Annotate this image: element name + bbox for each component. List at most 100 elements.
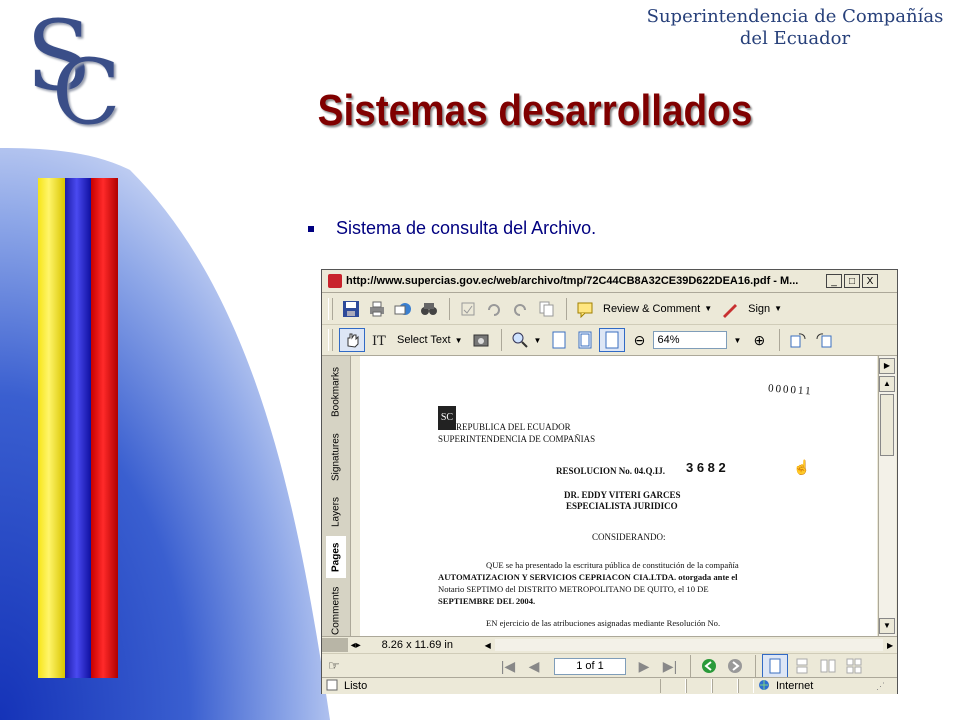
page-navigation-bar: ☞ |◀ ◀ 1 of 1 ▶ ▶| <box>322 653 897 678</box>
doc-header-line2: SUPERINTENDENCIA DE COMPAÑIAS <box>438 434 596 444</box>
select-text-label[interactable]: Select Text <box>397 334 451 346</box>
tools-toolbar: IT Select Text ▼ ▼ ⊖ 64% ▼ ⊕ <box>322 325 897 356</box>
blue-stripe <box>64 178 92 678</box>
toolbar-grip[interactable] <box>328 297 333 320</box>
browser-status-bar: Listo Internet ⋰ <box>322 677 897 694</box>
facing-layout-icon[interactable] <box>816 655 840 677</box>
toolbar-separator <box>755 655 756 677</box>
zoom-in-icon[interactable]: ⊕ <box>747 329 771 351</box>
tab-layers[interactable]: Layers <box>326 492 346 532</box>
sign-dropdown-chevron-icon[interactable]: ▼ <box>774 304 782 313</box>
pdf-page-view[interactable]: 000011 SC REPUBLICA DEL ECUADOR SUPERINT… <box>360 356 877 636</box>
save-icon[interactable] <box>339 298 363 320</box>
considerando-heading: CONSIDERANDO: <box>592 532 666 542</box>
tab-signatures[interactable]: Signatures <box>326 426 346 488</box>
scroll-right-icon[interactable]: ▶ <box>883 641 897 650</box>
actual-size-page-icon[interactable] <box>547 329 571 351</box>
yellow-stripe <box>38 178 65 678</box>
single-page-layout-icon[interactable] <box>762 654 788 678</box>
last-page-icon[interactable]: ▶| <box>658 655 682 677</box>
security-zone-label: Internet <box>776 680 814 692</box>
navigation-side-tabs: Bookmarks Signatures Layers Pages Commen… <box>322 356 351 646</box>
tab-comments[interactable]: Comments <box>326 582 346 640</box>
previous-page-icon[interactable]: ◀ <box>522 655 546 677</box>
tab-bookmarks[interactable]: Bookmarks <box>326 362 346 422</box>
toolbar-separator <box>779 329 781 351</box>
doc-header-line1: REPUBLICA DEL ECUADOR <box>456 422 571 432</box>
paragraph1-line3: Notario SEPTIMO del DISTRITO METROPOLITA… <box>438 584 709 594</box>
paragraph1-line2: AUTOMATIZACION Y SERVICIOS CEPRIACON CIA… <box>438 572 738 582</box>
continuous-facing-layout-icon[interactable] <box>842 655 866 677</box>
resize-grip-icon[interactable]: ⋰ <box>876 681 890 692</box>
org-name-line2: del Ecuador <box>739 28 851 49</box>
status-cell <box>686 679 712 693</box>
flag-stripes <box>38 178 119 678</box>
scroll-up-icon[interactable]: ▲ <box>879 376 895 392</box>
resolution-label: RESOLUCION No. 04.Q.IJ. <box>556 466 666 476</box>
zoom-magnifier-icon[interactable] <box>508 329 532 351</box>
fit-width-icon[interactable] <box>599 328 626 352</box>
zoom-out-icon[interactable]: ⊖ <box>627 329 651 351</box>
review-dropdown-chevron-icon[interactable]: ▼ <box>704 304 712 313</box>
first-page-icon[interactable]: |◀ <box>496 655 520 677</box>
page-number-input[interactable]: 1 of 1 <box>554 657 626 675</box>
split-handle-icon[interactable]: ◂▸ <box>348 640 364 651</box>
signer-name: DR. EDDY VITERI GARCES <box>564 490 681 500</box>
scroll-thumb[interactable] <box>880 394 894 456</box>
toolbar-grip[interactable] <box>328 329 333 351</box>
undo-icon[interactable] <box>482 298 506 320</box>
page-stamp-number: 000011 <box>767 382 813 398</box>
scroll-down-icon[interactable]: ▼ <box>879 618 895 634</box>
horizontal-scroll-track[interactable] <box>494 639 884 651</box>
redo-icon[interactable] <box>508 298 532 320</box>
internet-zone-globe-icon <box>758 679 772 694</box>
go-back-icon[interactable] <box>697 655 721 677</box>
paragraph1-line1: QUE se ha presentado la escritura públic… <box>486 560 739 570</box>
acrobat-icon <box>328 274 342 288</box>
organization-name: Superintendencia de Compañías del Ecuado… <box>640 6 950 50</box>
document-logo-icon: SC <box>438 406 456 430</box>
hand-tool-icon[interactable] <box>339 328 365 352</box>
fit-page-icon[interactable] <box>573 329 597 351</box>
review-comment-icon[interactable] <box>573 298 597 320</box>
tab-pages[interactable]: Pages <box>326 536 346 578</box>
email-icon[interactable] <box>391 298 415 320</box>
next-page-icon[interactable]: ▶ <box>632 655 656 677</box>
select-text-icon[interactable]: IT <box>367 329 391 351</box>
org-name-line1: Superintendencia de Compañías <box>646 6 944 27</box>
close-button[interactable]: X <box>862 274 878 288</box>
review-comment-label[interactable]: Review & Comment <box>603 303 700 315</box>
status-cell <box>660 679 686 693</box>
zoom-level-input[interactable]: 64% <box>653 331 728 349</box>
edit-icon[interactable] <box>456 298 480 320</box>
snapshot-camera-icon[interactable] <box>469 329 493 351</box>
rotate-counterclockwise-icon[interactable] <box>812 329 836 351</box>
select-text-chevron-icon[interactable]: ▼ <box>455 336 463 345</box>
go-forward-icon[interactable] <box>723 655 747 677</box>
signer-title: ESPECIALISTA JURIDICO <box>566 501 678 511</box>
rotate-clockwise-icon[interactable] <box>786 329 810 351</box>
vertical-scrollbar[interactable]: ▶ ▲ ▼ <box>878 356 896 636</box>
hand-grip-icon[interactable]: ☞ <box>328 658 346 674</box>
toolbar-separator <box>690 655 691 677</box>
sign-pen-icon[interactable] <box>718 298 742 320</box>
minimize-button[interactable]: _ <box>826 274 842 288</box>
scroll-left-icon[interactable]: ◀ <box>481 641 495 650</box>
paragraph1-line4: SEPTIEMBRE DEL 2004. <box>438 596 536 606</box>
hand-cursor-icon: ☝ <box>793 461 811 476</box>
continuous-layout-icon[interactable] <box>790 655 814 677</box>
sign-label[interactable]: Sign <box>748 303 770 315</box>
maximize-button[interactable]: □ <box>844 274 860 288</box>
zoom-level-chevron-icon[interactable]: ▼ <box>733 336 741 345</box>
copy-icon[interactable] <box>534 298 558 320</box>
pdf-viewer-window: http://www.supercias.gov.ec/web/archivo/… <box>321 269 898 694</box>
search-binoculars-icon[interactable] <box>417 298 441 320</box>
toolbar-separator <box>449 297 450 320</box>
bullet-text: Sistema de consulta del Archivo. <box>336 218 597 238</box>
hbar-corner <box>322 638 348 652</box>
print-icon[interactable] <box>365 298 389 320</box>
status-page-icon <box>326 679 340 694</box>
zoom-tool-chevron-icon[interactable]: ▼ <box>534 336 542 345</box>
page-nav-arrow-icon[interactable]: ▶ <box>879 358 895 374</box>
svg-text:IT: IT <box>372 334 386 349</box>
